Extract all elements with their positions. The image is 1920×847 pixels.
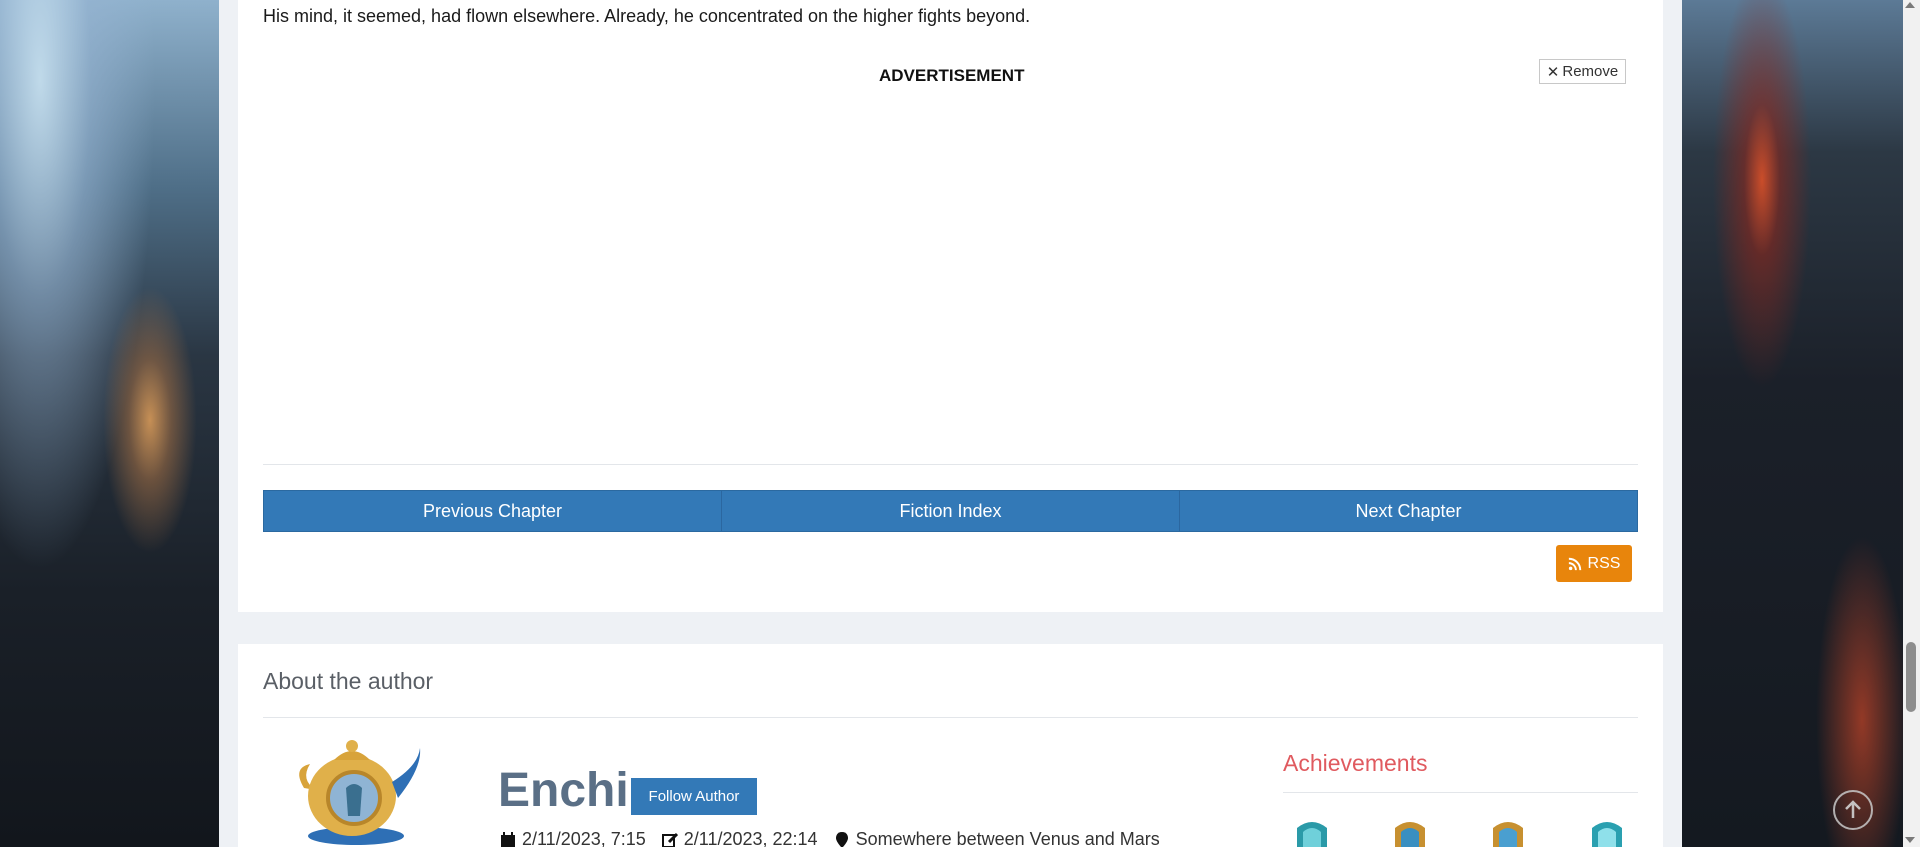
scroll-down-arrow[interactable] xyxy=(1905,837,1915,843)
fiction-index-button[interactable]: Fiction Index xyxy=(722,491,1180,531)
calendar-icon xyxy=(501,831,515,847)
achievement-badge-icon[interactable] xyxy=(1487,820,1529,847)
achievement-badge-icon[interactable] xyxy=(1389,820,1431,847)
background-art-right xyxy=(1682,0,1920,847)
map-marker-icon xyxy=(835,831,848,847)
previous-chapter-button[interactable]: Previous Chapter xyxy=(264,491,722,531)
author-name[interactable]: Enchi xyxy=(498,763,629,818)
background-art-left xyxy=(0,0,220,847)
arrow-up-icon xyxy=(1845,800,1861,818)
joined-date: 2/11/2023, 7:15 xyxy=(500,829,646,847)
divider xyxy=(1283,792,1638,793)
rss-label: RSS xyxy=(1587,554,1621,572)
divider xyxy=(263,717,1638,718)
divider xyxy=(263,464,1638,465)
follow-author-button[interactable]: Follow Author xyxy=(631,778,757,815)
remove-ad-label: Remove xyxy=(1562,63,1619,80)
remove-ad-button[interactable]: ✕ Remove xyxy=(1539,59,1626,84)
location-text: Somewhere between Venus and Mars xyxy=(855,829,1160,847)
back-to-top-button[interactable] xyxy=(1833,790,1873,830)
author-meta: 2/11/2023, 7:15 2/11/2023, 22:14 Somewhe… xyxy=(500,829,1176,847)
author-card xyxy=(238,644,1663,847)
close-icon: ✕ xyxy=(1546,63,1560,81)
next-chapter-button[interactable]: Next Chapter xyxy=(1180,491,1637,531)
edit-icon xyxy=(661,832,678,847)
last-active-text: 2/11/2023, 22:14 xyxy=(683,829,818,847)
rss-icon xyxy=(1568,557,1581,570)
achievements-title: Achievements xyxy=(1283,750,1428,776)
rss-button[interactable]: RSS xyxy=(1556,545,1632,582)
joined-date-text: 2/11/2023, 7:15 xyxy=(522,829,646,847)
author-avatar[interactable] xyxy=(290,728,426,847)
chapter-text-line: His mind, it seemed, had flown elsewhere… xyxy=(263,6,1031,26)
author-location: Somewhere between Venus and Mars xyxy=(834,829,1160,847)
last-active-date: 2/11/2023, 22:14 xyxy=(661,829,818,847)
achievement-badge-icon[interactable] xyxy=(1291,820,1333,847)
chapter-navigation: Previous Chapter Fiction Index Next Chap… xyxy=(263,490,1638,532)
about-author-title: About the author xyxy=(263,668,434,694)
scrollbar-thumb[interactable] xyxy=(1906,642,1916,712)
scrollbar[interactable] xyxy=(1903,0,1920,847)
scroll-up-arrow[interactable] xyxy=(1905,2,1915,8)
achievement-badge-icon[interactable] xyxy=(1586,820,1628,847)
